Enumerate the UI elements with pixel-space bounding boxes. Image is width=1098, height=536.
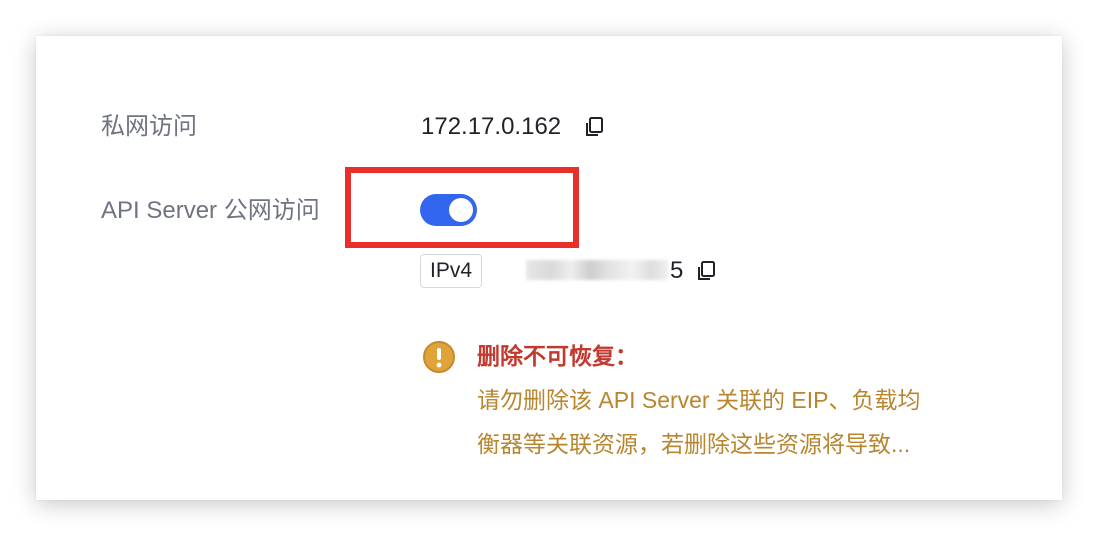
- public-access-label: API Server 公网访问: [101, 197, 320, 224]
- private-ip-value: 172.17.0.162: [421, 113, 562, 140]
- ipv4-tag: IPv4: [420, 254, 483, 288]
- public-ip-visible-suffix: 5: [670, 257, 684, 284]
- warning-text-line-1: 请勿删除该 API Server 关联的 EIP、负载均: [477, 387, 921, 413]
- private-access-label: 私网访问: [101, 113, 197, 140]
- copy-icon[interactable]: [583, 116, 605, 138]
- screenshot-stage: 私网访问 172.17.0.162 API Server 公网访问 IPv4 5…: [0, 0, 1098, 536]
- cluster-access-card: 私网访问 172.17.0.162 API Server 公网访问 IPv4 5…: [36, 36, 1062, 500]
- masked-public-ip: [526, 260, 668, 280]
- highlight-annotation-box: [345, 167, 579, 248]
- warning-text-line-2: 衡器等关联资源，若删除这些资源将导致...: [477, 431, 911, 457]
- exclamation-circle-icon: [423, 341, 455, 373]
- copy-icon[interactable]: [695, 260, 717, 282]
- warning-title: 删除不可恢复：: [477, 343, 638, 369]
